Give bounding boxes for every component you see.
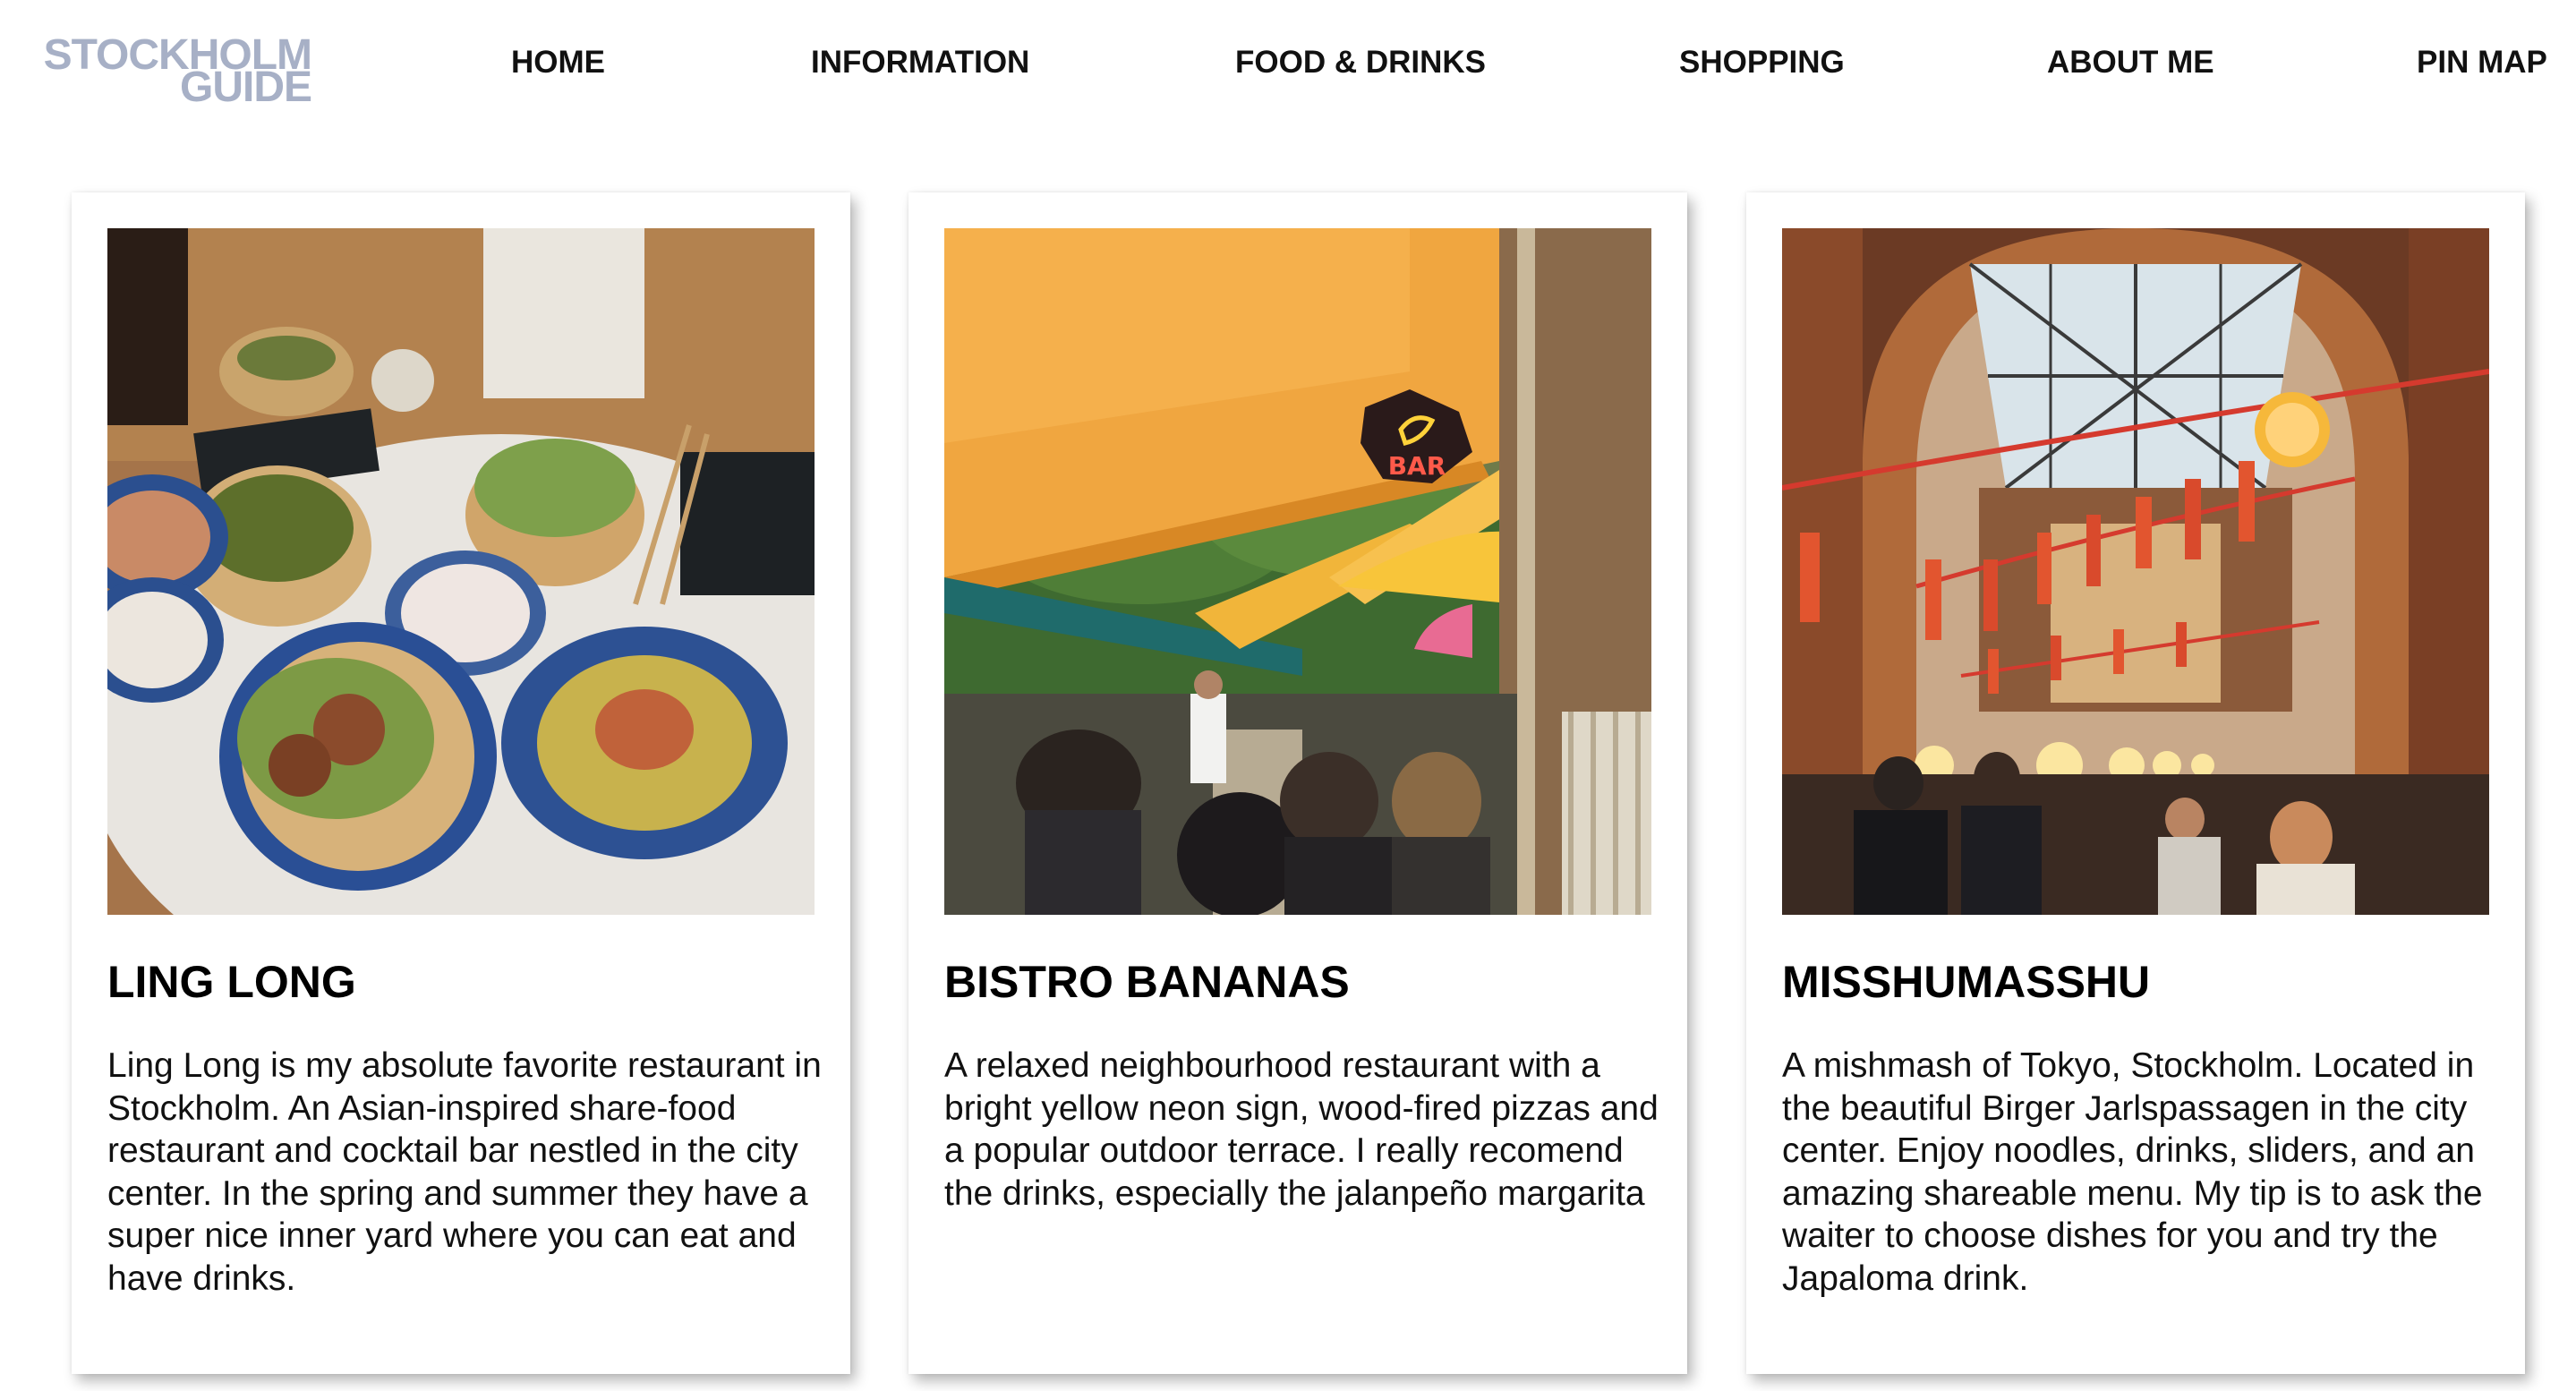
ling-long-title[interactable]: LING LONG xyxy=(107,956,356,1008)
misshumasshu-photo xyxy=(1782,228,2489,915)
restaurant-card-misshumasshu[interactable]: MISSHUMASSHU A mishmash of Tokyo, Stockh… xyxy=(1746,192,2525,1374)
nav-home[interactable]: HOME xyxy=(511,45,605,81)
bistro-bananas-title[interactable]: BISTRO BANANAS xyxy=(944,956,1350,1008)
nav-pin-map[interactable]: PIN MAP xyxy=(2417,45,2547,81)
ling-long-photo xyxy=(107,228,815,915)
misshumasshu-title[interactable]: MISSHUMASSHU xyxy=(1782,956,2150,1008)
nav-about-me[interactable]: ABOUT ME xyxy=(2047,45,2214,81)
restaurant-card-bistro-bananas[interactable]: BAR BISTRO BANANAS A relaxed neighbourho… xyxy=(908,192,1687,1374)
nav-food-drinks[interactable]: FOOD & DRINKS xyxy=(1235,45,1486,81)
ling-long-description: Ling Long is my absolute favorite restau… xyxy=(107,1046,822,1298)
bar-neon-sign: BAR xyxy=(1388,451,1446,481)
site-header: STOCKHOLM GUIDE HOME INFORMATION FOOD & … xyxy=(0,0,2576,134)
nav-shopping[interactable]: SHOPPING xyxy=(1679,45,1845,81)
site-logo[interactable]: STOCKHOLM GUIDE xyxy=(34,34,312,109)
nav-information[interactable]: INFORMATION xyxy=(811,45,1029,81)
bistro-bananas-description: A relaxed neighbourhood restaurant with … xyxy=(944,1046,1659,1213)
bistro-bananas-photo: BAR xyxy=(944,228,1651,915)
misshumasshu-description: A mishmash of Tokyo, Stockholm. Located … xyxy=(1782,1046,2483,1298)
restaurant-card-ling-long[interactable]: LING LONG Ling Long is my absolute favor… xyxy=(72,192,850,1374)
